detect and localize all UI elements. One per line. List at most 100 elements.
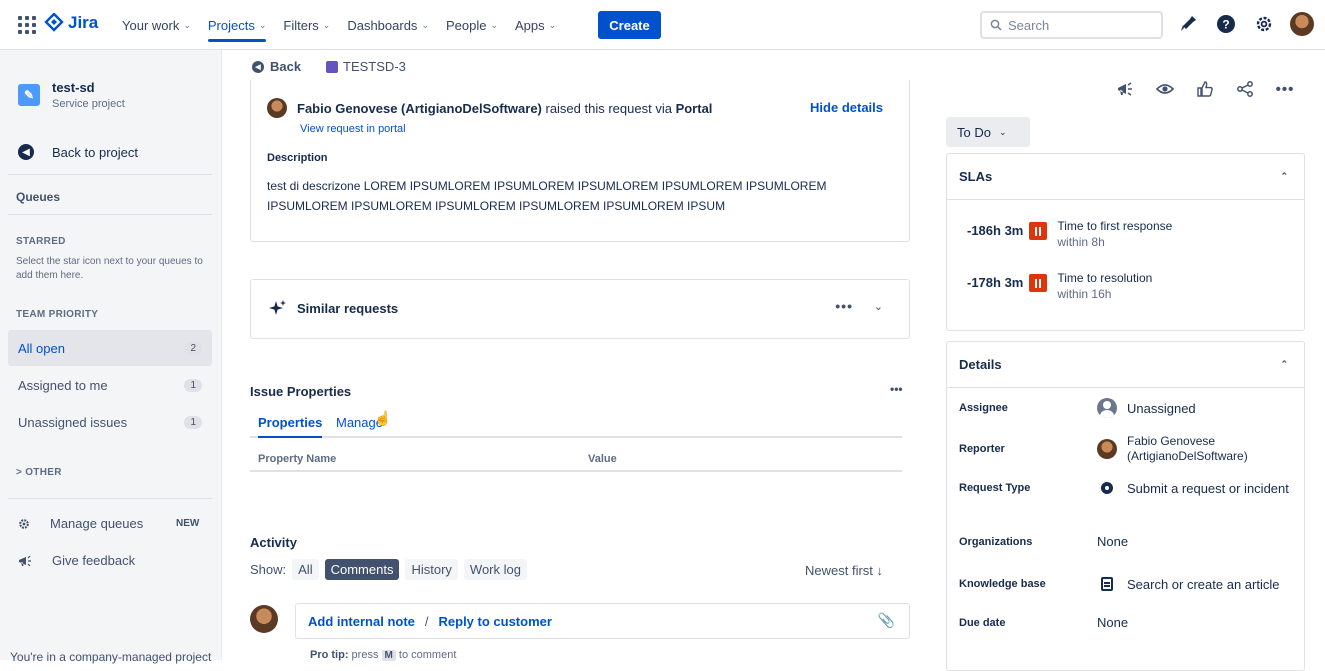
settings-gear-icon[interactable] bbox=[1252, 12, 1276, 36]
description-label: Description bbox=[267, 152, 328, 164]
queues-heading: Queues bbox=[16, 190, 61, 204]
nav-filters[interactable]: Filters ⌄ bbox=[283, 0, 330, 50]
raiser-name[interactable]: Fabio Genovese (ArtigianoDelSoftware) bbox=[297, 101, 542, 116]
feedback-megaphone-icon[interactable] bbox=[1114, 78, 1136, 100]
view-in-portal-link[interactable]: View request in portal bbox=[300, 123, 406, 135]
current-user-avatar bbox=[250, 605, 278, 633]
sla-paused-icon bbox=[1029, 274, 1048, 292]
tab-properties[interactable]: Properties bbox=[258, 415, 323, 438]
nav-dashboards[interactable]: Dashboards ⌄ bbox=[347, 0, 429, 50]
show-label: Show: bbox=[250, 562, 287, 577]
similar-requests-panel[interactable]: Similar requests ••• ⌄ bbox=[250, 279, 910, 339]
separator: / bbox=[424, 613, 429, 629]
back-button[interactable]: ◀ Back bbox=[252, 59, 301, 74]
sla-name: Time to first response bbox=[1057, 219, 1173, 233]
activity-filter: Show: All Comments History Work log bbox=[250, 559, 527, 580]
chevron-down-icon[interactable]: ⌄ bbox=[874, 300, 883, 313]
ticket-key-link[interactable]: TESTSD-3 bbox=[326, 59, 406, 74]
other-toggle[interactable]: > OTHER bbox=[16, 467, 62, 478]
jira-logo[interactable]: Jira bbox=[44, 13, 98, 33]
filter-history[interactable]: History bbox=[405, 559, 458, 580]
detail-row-reporter[interactable]: Reporter Fabio Genovese (ArtigianoDelSof… bbox=[959, 434, 1299, 464]
project-header[interactable]: ✎ test-sd Service project bbox=[18, 80, 125, 110]
properties-table-header: Property Name Value bbox=[250, 450, 902, 472]
status-dropdown[interactable]: To Do ⌄ bbox=[946, 117, 1030, 147]
reply-to-customer-button[interactable]: Reply to customer bbox=[439, 614, 552, 629]
detail-value: Unassigned bbox=[1127, 400, 1196, 416]
sla-time: -178h 3m bbox=[967, 275, 1024, 290]
comment-editor[interactable]: Add internal note / Reply to customer 📎 bbox=[295, 603, 910, 639]
filter-all[interactable]: All bbox=[292, 559, 319, 580]
help-icon[interactable]: ? bbox=[1214, 12, 1238, 36]
more-actions-icon[interactable]: ••• bbox=[835, 298, 853, 314]
nav-label: Dashboards bbox=[347, 17, 418, 33]
give-feedback-link[interactable]: Give feedback bbox=[18, 553, 135, 568]
app-switcher-icon[interactable] bbox=[18, 16, 36, 34]
back-to-project-label: Back to project bbox=[52, 144, 138, 160]
add-internal-note-button[interactable]: Add internal note bbox=[308, 614, 415, 629]
project-name: test-sd bbox=[52, 80, 95, 95]
nav-your-work[interactable]: Your work ⌄ bbox=[122, 0, 191, 50]
slas-panel: SLAs ⌃ -186h 3m Time to first response w… bbox=[946, 153, 1305, 331]
hide-details-link[interactable]: Hide details bbox=[810, 100, 883, 115]
nav-label: People bbox=[445, 17, 487, 33]
chevron-down-icon: ⌄ bbox=[490, 19, 499, 30]
chevron-up-icon: ⌃ bbox=[1280, 359, 1288, 369]
detail-row-due-date[interactable]: Due date None bbox=[959, 615, 1299, 630]
detail-label: Knowledge base bbox=[959, 578, 1046, 590]
chevron-down-icon: ⌄ bbox=[322, 19, 331, 30]
sort-order-button[interactable]: Newest first ↓ bbox=[805, 563, 883, 578]
reporter-avatar[interactable] bbox=[267, 98, 287, 118]
slas-header[interactable]: SLAs ⌃ bbox=[947, 154, 1304, 200]
slas-title: SLAs bbox=[959, 169, 993, 184]
nav-projects[interactable]: Projects ⌄ bbox=[207, 0, 266, 50]
top-right-icons: ? bbox=[1176, 12, 1314, 36]
vote-thumbs-up-icon[interactable] bbox=[1194, 78, 1216, 100]
chevron-down-icon: ⌄ bbox=[548, 19, 557, 30]
detail-row-request-type[interactable]: Request Type Submit a request or inciden… bbox=[959, 478, 1299, 498]
queue-assigned-to-me[interactable]: Assigned to me 1 bbox=[8, 367, 212, 403]
share-icon[interactable] bbox=[1234, 78, 1256, 100]
sla-item: -178h 3m Time to resolution within 16h bbox=[967, 271, 1152, 301]
detail-value: Search or create an article bbox=[1127, 576, 1280, 592]
back-to-project-link[interactable]: ◀ Back to project bbox=[18, 144, 138, 160]
description-text: test di descrizone LOREM IPSUMLOREM IPSU… bbox=[267, 179, 827, 213]
chevron-up-icon: ⌃ bbox=[1280, 171, 1288, 181]
user-avatar[interactable] bbox=[1290, 12, 1314, 36]
detail-value: Fabio Genovese (ArtigianoDelSoftware) bbox=[1127, 434, 1248, 463]
nav-people[interactable]: People ⌄ bbox=[446, 0, 498, 50]
arrow-left-circle-icon: ◀ bbox=[252, 60, 264, 73]
notifications-icon[interactable] bbox=[1176, 12, 1200, 36]
column-header: Property Name bbox=[258, 453, 337, 465]
attachment-paperclip-icon[interactable]: 📎 bbox=[878, 612, 895, 629]
detail-row-assignee[interactable]: Assignee Unassigned bbox=[959, 398, 1299, 418]
starred-hint: Select the star icon next to your queues… bbox=[16, 256, 203, 281]
pro-tip: Pro tip: press M to comment bbox=[310, 649, 456, 661]
details-header[interactable]: Details ⌃ bbox=[947, 342, 1304, 388]
manage-queues-link[interactable]: Manage queues bbox=[18, 516, 143, 531]
filter-comments[interactable]: Comments bbox=[324, 559, 400, 580]
detail-row-knowledge-base[interactable]: Knowledge base Search or create an artic… bbox=[959, 574, 1299, 594]
more-actions-icon[interactable]: ••• bbox=[1274, 78, 1296, 100]
sla-time: -186h 3m bbox=[967, 223, 1024, 238]
details-panel: Details ⌃ Assignee Unassigned Reporter F… bbox=[946, 341, 1305, 671]
nav-apps[interactable]: Apps ⌄ bbox=[515, 0, 556, 50]
filter-work-log[interactable]: Work log bbox=[463, 559, 527, 580]
raiser-text: raised this request via bbox=[541, 100, 676, 116]
gear-icon bbox=[19, 518, 29, 529]
chevron-down-icon: ⌄ bbox=[421, 19, 429, 30]
starred-heading: STARRED bbox=[16, 236, 66, 247]
pro-tip-text: press bbox=[348, 649, 382, 661]
detail-value: Submit a request or incident bbox=[1127, 480, 1289, 496]
search-icon bbox=[990, 19, 1002, 31]
search-input[interactable]: Search bbox=[980, 11, 1163, 39]
detail-row-organizations[interactable]: Organizations None bbox=[959, 534, 1299, 549]
more-actions-icon[interactable]: ••• bbox=[890, 382, 903, 396]
queue-unassigned[interactable]: Unassigned issues 1 bbox=[8, 404, 212, 440]
create-button[interactable]: Create bbox=[598, 11, 661, 39]
watch-eye-icon[interactable] bbox=[1154, 78, 1176, 100]
ticket-key: TESTSD-3 bbox=[343, 59, 406, 74]
queue-all-open[interactable]: All open 2 bbox=[8, 330, 212, 366]
megaphone-icon bbox=[19, 555, 31, 566]
manage-queues-label: Manage queues bbox=[50, 516, 144, 531]
